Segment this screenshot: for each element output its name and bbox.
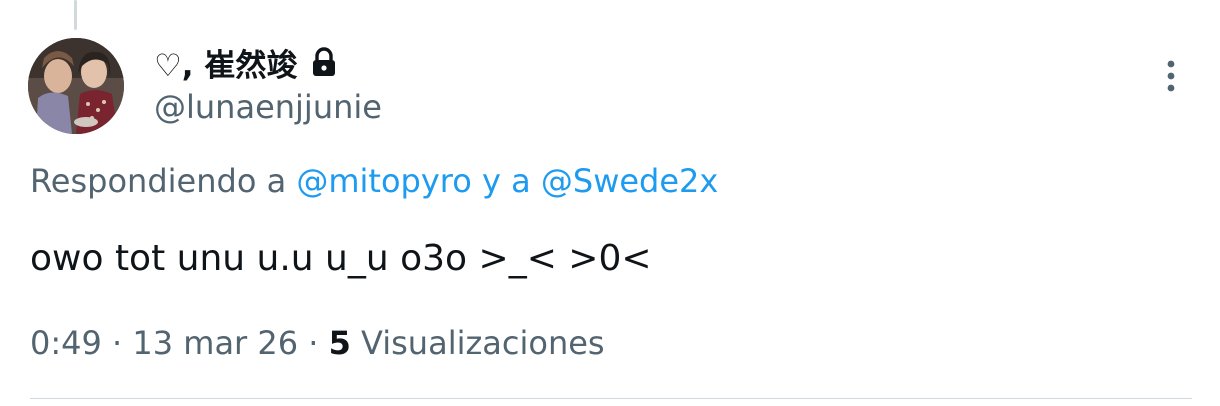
tweet-date[interactable]: 13 mar 26 [132,324,298,362]
views-label[interactable]: Visualizaciones [361,324,605,362]
author-handle[interactable]: @lunaenjjunie [154,88,382,126]
mention-link-mitopyro[interactable]: @mitopyro [296,162,471,200]
reply-joiner: y a [481,162,531,200]
views-count[interactable]: 5 [329,324,351,362]
divider [30,398,1192,399]
meta-separator: · [308,324,319,362]
reply-prefix: Respondiendo a [30,162,287,200]
avatar[interactable] [28,38,124,134]
tweet-text: owo tot unu u.u u_u o3o >_< >0< [30,238,652,279]
more-vertical-icon[interactable] [1158,56,1184,96]
author-display-name[interactable]: ♡, 崔然竣 [154,40,297,85]
reply-context: Respondiendo a @mitopyro y a @Swede2x [30,162,718,200]
avatar-image [28,38,124,134]
thread-connector-line [74,0,77,30]
tweet-time[interactable]: 0:49 [30,324,102,362]
lock-icon [311,47,337,77]
meta-separator: · [112,324,123,362]
author-name-row: ♡, 崔然竣 [154,40,337,84]
mention-link-swede2x[interactable]: @Swede2x [541,162,718,200]
tweet-meta: 0:49 · 13 mar 26 · 5 Visualizaciones [30,324,605,362]
